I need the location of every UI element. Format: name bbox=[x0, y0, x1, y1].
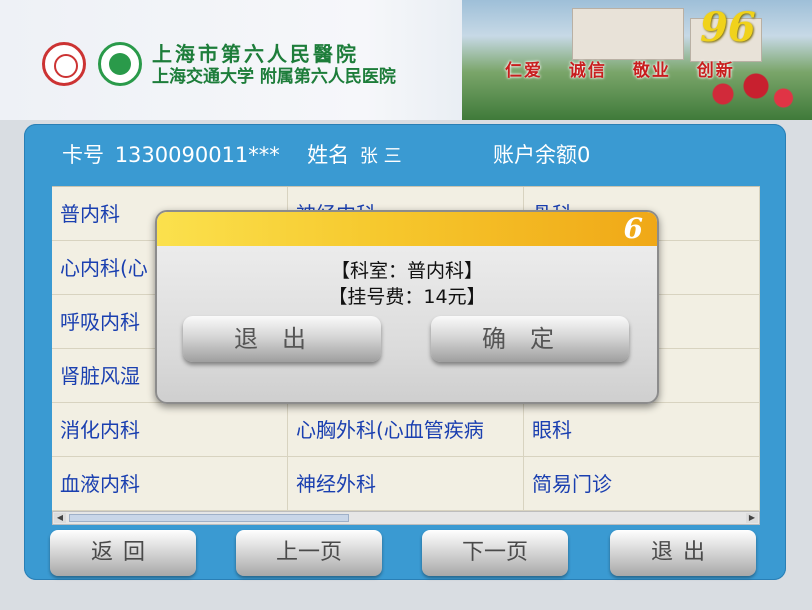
motto-word: 创新 bbox=[696, 61, 735, 81]
prev-page-button[interactable]: 上一页 bbox=[236, 530, 382, 576]
back-button[interactable]: 返回 bbox=[50, 530, 196, 576]
countdown-timer: 6 bbox=[623, 212, 643, 245]
department-cell[interactable]: 神经外科 bbox=[288, 457, 524, 511]
name-label: 姓名 bbox=[307, 143, 350, 167]
department-line: 【科室：普内科】 bbox=[330, 260, 483, 282]
header-banner: 上海市第六人民醫院 上海交通大学 附属第六人民医院 96 仁爱 诚信 敬业 创新 bbox=[0, 0, 812, 120]
department-cell[interactable]: 消化内科 bbox=[52, 403, 288, 457]
department-cell[interactable]: 简易门诊 bbox=[524, 457, 760, 511]
patient-info-bar: 卡号 1330090011*** 姓名 张 三 账户余额0 bbox=[62, 139, 590, 169]
exit-button[interactable]: 退出 bbox=[610, 530, 756, 576]
department-cell[interactable]: 眼科 bbox=[524, 403, 760, 457]
next-page-button[interactable]: 下一页 bbox=[422, 530, 568, 576]
department-cell[interactable]: 心胸外科(心血管疾病 bbox=[288, 403, 524, 457]
motto-word: 仁爱 bbox=[505, 61, 543, 81]
dialog-confirm-button[interactable]: 确定 bbox=[431, 316, 629, 362]
scroll-right-icon[interactable]: ▶ bbox=[746, 513, 758, 523]
fee-line: 【挂号费：14元】 bbox=[328, 286, 486, 308]
motto-word: 诚信 bbox=[568, 61, 607, 81]
hospital-name-line2: 上海交通大学 附属第六人民医院 bbox=[152, 67, 396, 87]
scrollbar-thumb[interactable] bbox=[69, 514, 349, 522]
hospital-logo-icon bbox=[98, 42, 142, 86]
dialog-exit-button[interactable]: 退出 bbox=[183, 316, 381, 362]
logo-number: 96 bbox=[700, 4, 756, 51]
balance-value: 0 bbox=[576, 143, 591, 167]
card-label: 卡号 bbox=[62, 143, 104, 167]
balance-label: 账户余额 bbox=[492, 143, 577, 167]
motto-word: 敬业 bbox=[632, 61, 671, 81]
scroll-left-icon[interactable]: ◀ bbox=[54, 513, 66, 523]
university-seal-icon bbox=[42, 42, 86, 86]
department-cell[interactable]: 血液内科 bbox=[52, 457, 288, 511]
dialog-title-bar: 6 bbox=[157, 212, 657, 246]
card-number: 1330090011*** bbox=[114, 143, 280, 167]
patient-name: 张 三 bbox=[359, 146, 402, 167]
hospital-motto: 仁爱 诚信 敬业 创新 bbox=[505, 56, 753, 81]
horizontal-scrollbar[interactable]: ◀ ▶ bbox=[52, 511, 760, 525]
confirm-dialog: 6 【科室：普内科】 【挂号费：14元】 退出 确定 bbox=[155, 210, 659, 404]
